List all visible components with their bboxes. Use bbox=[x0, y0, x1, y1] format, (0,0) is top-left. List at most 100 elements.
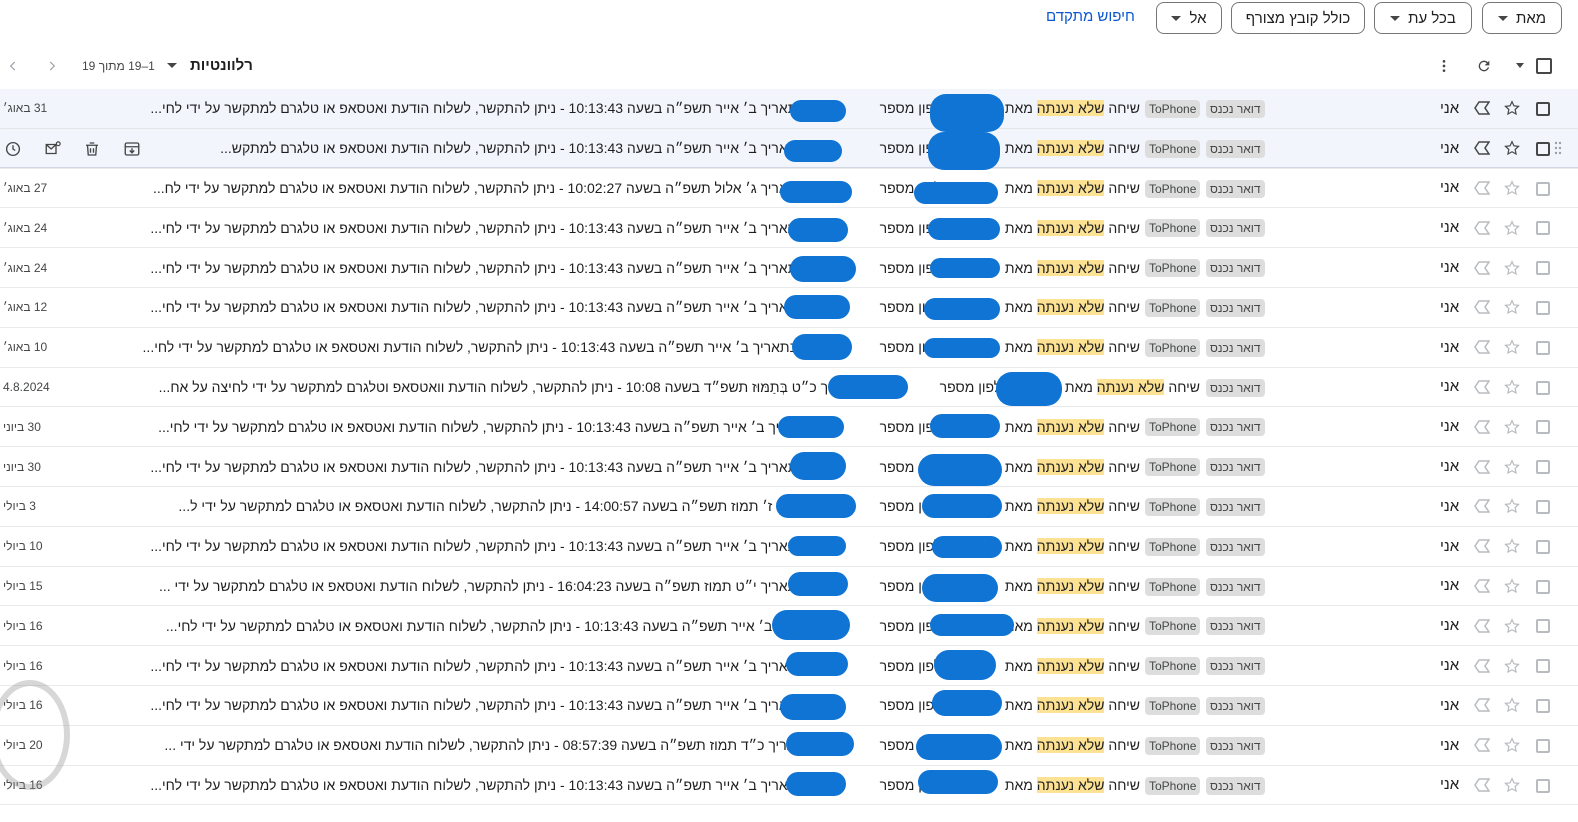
sort-chevron-down-icon[interactable] bbox=[167, 63, 177, 68]
inbox-label-chip[interactable]: דואר נכנס bbox=[1206, 736, 1265, 755]
inbox-label-chip[interactable]: דואר נכנס bbox=[1206, 100, 1265, 118]
tophone-label-chip[interactable]: ToPhone bbox=[1145, 776, 1201, 795]
row-checkbox[interactable] bbox=[1536, 659, 1550, 674]
importance-marker-icon[interactable] bbox=[1474, 169, 1494, 208]
inbox-label-chip[interactable]: דואר נכנס bbox=[1206, 696, 1265, 715]
more-options-icon[interactable] bbox=[1434, 56, 1454, 76]
row-checkbox[interactable] bbox=[1536, 539, 1550, 554]
star-icon[interactable] bbox=[1503, 646, 1525, 685]
importance-marker-icon[interactable] bbox=[1474, 487, 1494, 526]
star-icon[interactable] bbox=[1503, 766, 1525, 805]
tophone-label-chip[interactable]: ToPhone bbox=[1145, 418, 1201, 437]
importance-marker-icon[interactable] bbox=[1474, 248, 1494, 287]
row-checkbox[interactable] bbox=[1536, 181, 1550, 196]
inbox-label-chip[interactable]: דואר נכנס bbox=[1206, 338, 1265, 357]
table-row[interactable]: אני דואר נכנס ToPhone שיחה שלא נענתה מאת … bbox=[0, 327, 1578, 368]
advanced-search-link[interactable]: חיפוש מתקדם bbox=[1046, 8, 1135, 25]
star-icon[interactable] bbox=[1503, 567, 1525, 606]
row-checkbox[interactable] bbox=[1536, 499, 1550, 514]
table-row[interactable]: אני דואר נכנס ToPhone שיחה שלא נענתה מאת … bbox=[0, 89, 1578, 129]
importance-marker-icon[interactable] bbox=[1474, 567, 1494, 606]
tophone-label-chip[interactable]: ToPhone bbox=[1145, 458, 1201, 477]
importance-marker-icon[interactable] bbox=[1474, 447, 1494, 486]
tophone-label-chip[interactable]: ToPhone bbox=[1145, 696, 1201, 715]
page-count[interactable]: 1–19 מתוך 19 bbox=[82, 59, 155, 73]
star-icon[interactable] bbox=[1503, 288, 1525, 327]
refresh-icon[interactable] bbox=[1474, 56, 1494, 76]
star-icon[interactable] bbox=[1503, 328, 1525, 367]
importance-marker-icon[interactable] bbox=[1474, 288, 1494, 327]
drag-handle-icon[interactable] bbox=[1554, 141, 1562, 155]
star-icon[interactable] bbox=[1503, 686, 1525, 725]
tophone-label-chip[interactable]: ToPhone bbox=[1145, 497, 1201, 516]
inbox-label-chip[interactable]: דואר נכנס bbox=[1206, 776, 1265, 795]
row-checkbox[interactable] bbox=[1536, 778, 1550, 793]
inbox-label-chip[interactable]: דואר נכנס bbox=[1206, 219, 1265, 238]
importance-marker-icon[interactable] bbox=[1474, 368, 1494, 407]
row-checkbox[interactable] bbox=[1536, 579, 1550, 594]
tophone-label-chip[interactable]: ToPhone bbox=[1145, 657, 1201, 676]
from-filter-chip[interactable]: מאת bbox=[1482, 2, 1562, 34]
star-icon[interactable] bbox=[1503, 248, 1525, 287]
row-checkbox[interactable] bbox=[1536, 340, 1550, 355]
tophone-label-chip[interactable]: ToPhone bbox=[1145, 219, 1201, 238]
row-checkbox[interactable] bbox=[1536, 738, 1550, 753]
tophone-label-chip[interactable]: ToPhone bbox=[1145, 736, 1201, 755]
inbox-label-chip[interactable]: דואר נכנס bbox=[1206, 497, 1265, 516]
tophone-label-chip[interactable]: ToPhone bbox=[1145, 179, 1201, 198]
star-icon[interactable] bbox=[1503, 487, 1525, 526]
tophone-label-chip[interactable]: ToPhone bbox=[1145, 617, 1201, 636]
inbox-label-chip[interactable]: דואר נכנס bbox=[1206, 617, 1265, 636]
star-icon[interactable] bbox=[1503, 169, 1525, 208]
inbox-label-chip[interactable]: דואר נכנס bbox=[1206, 537, 1265, 556]
star-icon[interactable] bbox=[1503, 208, 1525, 247]
star-icon[interactable] bbox=[1503, 368, 1525, 407]
inbox-label-chip[interactable]: דואר נכנס bbox=[1206, 458, 1265, 477]
importance-marker-icon[interactable] bbox=[1474, 606, 1494, 645]
row-checkbox[interactable] bbox=[1536, 141, 1550, 156]
inbox-label-chip[interactable]: דואר נכנס bbox=[1206, 139, 1265, 158]
inbox-label-chip[interactable]: דואר נכנס bbox=[1206, 298, 1265, 317]
inbox-label-chip[interactable]: דואר נכנס bbox=[1206, 378, 1265, 397]
importance-marker-icon[interactable] bbox=[1474, 646, 1494, 685]
tophone-label-chip[interactable]: ToPhone bbox=[1145, 537, 1201, 556]
newer-page-icon[interactable] bbox=[5, 58, 21, 74]
star-icon[interactable] bbox=[1503, 606, 1525, 645]
table-row[interactable]: אני דואר נכנס ToPhone שיחה שלא נענתה מאת … bbox=[0, 447, 1578, 487]
select-all-checkbox[interactable] bbox=[1536, 58, 1552, 74]
archive-icon[interactable] bbox=[122, 139, 142, 159]
star-icon[interactable] bbox=[1503, 726, 1525, 765]
older-page-icon[interactable] bbox=[44, 58, 60, 74]
sort-relevance-label[interactable]: רלוונטיות bbox=[190, 57, 253, 74]
row-checkbox[interactable] bbox=[1536, 619, 1550, 634]
row-checkbox[interactable] bbox=[1536, 698, 1550, 713]
star-icon[interactable] bbox=[1503, 89, 1525, 128]
importance-marker-icon[interactable] bbox=[1474, 407, 1494, 446]
importance-marker-icon[interactable] bbox=[1474, 328, 1494, 367]
star-icon[interactable] bbox=[1503, 447, 1525, 486]
row-checkbox[interactable] bbox=[1536, 300, 1550, 315]
inbox-label-chip[interactable]: דואר נכנס bbox=[1206, 657, 1265, 676]
inbox-label-chip[interactable]: דואר נכנס bbox=[1206, 418, 1265, 437]
importance-marker-icon[interactable] bbox=[1474, 208, 1494, 247]
table-row[interactable]: אני דואר נכנס שיחה שלא נענתה מאת טלפון מ… bbox=[0, 367, 1578, 408]
importance-marker-icon[interactable] bbox=[1474, 726, 1494, 765]
has-attachment-chip[interactable]: כולל קובץ מצורף bbox=[1231, 2, 1365, 34]
tophone-label-chip[interactable]: ToPhone bbox=[1145, 139, 1201, 158]
importance-marker-icon[interactable] bbox=[1474, 527, 1494, 566]
importance-marker-icon[interactable] bbox=[1474, 89, 1494, 128]
importance-marker-icon[interactable] bbox=[1474, 686, 1494, 725]
star-icon[interactable] bbox=[1503, 527, 1525, 566]
tophone-label-chip[interactable]: ToPhone bbox=[1145, 577, 1201, 596]
select-menu-chevron-icon[interactable] bbox=[1516, 63, 1524, 68]
row-checkbox[interactable] bbox=[1536, 460, 1550, 475]
importance-marker-icon[interactable] bbox=[1474, 766, 1494, 805]
row-checkbox[interactable] bbox=[1536, 261, 1550, 276]
snooze-clock-icon[interactable] bbox=[3, 139, 23, 159]
star-icon[interactable] bbox=[1503, 407, 1525, 446]
mark-unread-icon[interactable] bbox=[43, 139, 63, 159]
row-checkbox[interactable] bbox=[1536, 102, 1550, 116]
inbox-label-chip[interactable]: דואר נכנס bbox=[1206, 577, 1265, 596]
importance-marker-icon[interactable] bbox=[1474, 129, 1494, 168]
inbox-label-chip[interactable]: דואר נכנס bbox=[1206, 179, 1265, 198]
